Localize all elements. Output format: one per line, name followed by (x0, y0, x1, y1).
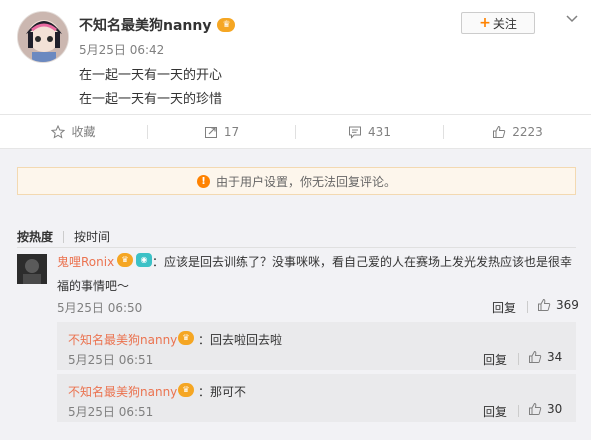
like-count: 2223 (512, 124, 543, 139)
like-button[interactable]: 2223 (444, 115, 591, 148)
comment-like-count: 369 (556, 298, 579, 312)
fan-badge-icon[interactable]: ◉ (136, 253, 152, 267)
repost-button[interactable]: 17 (148, 115, 295, 148)
reply-button[interactable]: 回复 (492, 299, 516, 316)
reply-like-count: 30 (547, 402, 563, 416)
comment-avatar[interactable] (17, 254, 47, 284)
reply-text: ：那可不 (198, 385, 247, 399)
comment-badges: ♛ ◉ (117, 253, 152, 267)
reply-like-button[interactable]: 34 (528, 350, 562, 364)
chevron-down-icon[interactable] (566, 12, 578, 24)
comment-icon (349, 126, 362, 139)
post-username[interactable]: 不知名最美狗nanny (79, 15, 211, 35)
divider (518, 405, 519, 417)
comment-section: ! 由于用户设置，你无法回复评论。 按热度 按时间 鬼哩Ronix ♛ ◉ ：应… (0, 149, 591, 440)
sort-by-time[interactable]: 按时间 (74, 228, 110, 245)
divider (527, 301, 528, 313)
reply-like-count: 34 (547, 350, 563, 364)
vip-icon[interactable]: ♛ (217, 18, 236, 32)
divider (17, 247, 576, 248)
reply-item: 不知名最美狗nanny ♛ ：那可不 5月25日 06:51 回复 30 (57, 374, 576, 422)
reply-username[interactable]: 不知名最美狗nanny (68, 383, 177, 400)
star-icon (51, 124, 66, 139)
warning-icon: ! (196, 174, 210, 188)
sort-bar: 按热度 按时间 (17, 228, 110, 245)
follow-button[interactable]: + 关注 (461, 12, 535, 34)
avatar-image (17, 254, 47, 284)
notice-text: 由于用户设置，你无法回复评论。 (215, 174, 396, 189)
post-time[interactable]: 5月25日 06:42 (79, 41, 164, 58)
reply-button[interactable]: 回复 (483, 403, 507, 420)
comment-text: ：应该是回去训练了？没事咪咪，看自己爱的人在赛场上发光发热应该也是很幸 (152, 255, 573, 269)
post-avatar[interactable] (17, 11, 69, 63)
thumbs-up-icon (538, 298, 551, 311)
comment-username[interactable]: 鬼哩Ronix (57, 253, 114, 270)
post-text-line-2: 在一起一天有一天的珍惜 (79, 92, 223, 107)
reply-time: 5月25日 06:51 (68, 353, 154, 367)
divider (518, 353, 519, 365)
reply-button[interactable]: 回复 (483, 351, 507, 368)
thumbs-up-icon (529, 402, 542, 415)
comment-text-continued: 福的事情吧～ (57, 279, 130, 293)
action-bar: 收藏 17 431 2223 (0, 114, 591, 156)
post-text-line-1: 在一起一天有一天的开心 (79, 68, 223, 83)
thumbs-up-icon (493, 125, 506, 138)
avatar-image (18, 12, 68, 62)
favorite-button[interactable]: 收藏 (0, 115, 147, 148)
comment-count: 431 (368, 124, 391, 139)
comment-button[interactable]: 431 (296, 115, 443, 148)
plus-icon: + (479, 15, 491, 31)
sort-by-hot[interactable]: 按热度 (17, 228, 53, 245)
post-user: 不知名最美狗nanny ♛ (79, 15, 236, 35)
reply-text: ：回去啦回去啦 (198, 333, 283, 347)
comment-like-button[interactable]: 369 (537, 298, 579, 312)
divider (63, 230, 65, 243)
vip-icon[interactable]: ♛ (178, 331, 194, 345)
reply-restriction-notice: ! 由于用户设置，你无法回复评论。 (17, 167, 576, 195)
vip-icon[interactable]: ♛ (178, 383, 194, 397)
repost-count: 17 (223, 124, 240, 139)
follow-label: 关注 (492, 16, 517, 31)
comment-time: 5月25日 06:50 (57, 301, 143, 315)
reply-item: 不知名最美狗nanny ♛ ：回去啦回去啦 5月25日 06:51 回复 34 (57, 322, 576, 370)
favorite-label: 收藏 (71, 125, 96, 139)
reply-time: 5月25日 06:51 (68, 405, 154, 419)
reply-like-button[interactable]: 30 (528, 402, 562, 416)
reply-username[interactable]: 不知名最美狗nanny (68, 331, 177, 348)
repost-icon (204, 126, 217, 138)
vip-icon[interactable]: ♛ (117, 253, 133, 267)
thumbs-up-icon (529, 350, 542, 363)
